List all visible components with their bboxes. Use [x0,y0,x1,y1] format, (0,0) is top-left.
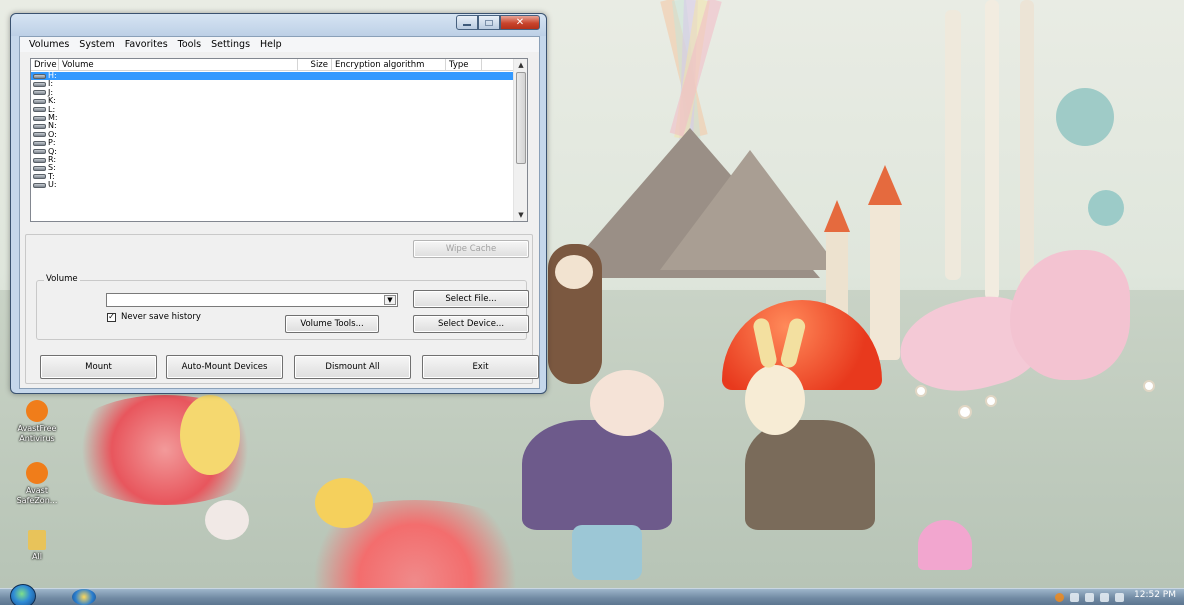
drive-row[interactable]: S: [31,163,514,172]
system-tray [1055,591,1124,604]
network-icon[interactable] [1085,593,1094,602]
drive-row[interactable]: K: [31,96,514,105]
drive-icon [33,149,46,155]
mount-button[interactable]: Mount [40,355,157,379]
minimize-button[interactable] [456,15,478,30]
exit-button[interactable]: Exit [422,355,539,379]
desktop-icon-label: AvastFree Antivirus [17,424,57,443]
select-device-button[interactable]: Select Device... [413,315,529,333]
column-header-volume[interactable]: Volume [59,59,298,70]
desktop-icon-avast-safezone[interactable]: Avast SafeZon... [8,462,66,506]
vertical-scrollbar[interactable]: ▲ ▼ [513,59,527,221]
drive-row[interactable]: P: [31,138,514,147]
drive-icon [33,182,46,188]
action-center-icon[interactable] [1070,593,1079,602]
menu-bar: Volumes System Favorites Tools Settings … [20,37,539,52]
menu-system[interactable]: System [74,39,119,50]
maximize-icon [485,19,493,26]
desktop-icon-all[interactable]: All [8,530,66,562]
never-save-history-label: Never save history [121,312,201,322]
folder-icon [28,530,46,550]
minimize-icon [463,24,471,26]
drive-rows: H: I: J: K: L: M: N: O: P: Q: R: S: T: U: [31,71,514,190]
app-window: ✕ Volumes System Favorites Tools Setting… [10,13,547,394]
scroll-up-icon[interactable]: ▲ [514,59,528,71]
never-save-history-checkbox[interactable]: ✓ Never save history [107,312,201,322]
column-header-type[interactable]: Type [446,59,482,70]
drive-icon [33,82,46,88]
checkbox-checked-icon[interactable]: ✓ [107,312,116,322]
drive-icon [33,132,46,138]
drive-row[interactable]: L: [31,105,514,114]
drive-icon [33,73,46,79]
drive-icon [33,107,46,113]
drive-icon [33,140,46,146]
volume-path-combo[interactable]: ▼ [106,293,398,307]
volume-icon[interactable] [1100,593,1109,602]
avast-tray-icon[interactable] [1055,593,1064,602]
avast-icon [26,400,48,422]
desktop-icon-avast[interactable]: AvastFree Antivirus [8,400,66,444]
drive-row[interactable]: M: [31,113,514,122]
desktop-icon-label: All [32,552,42,561]
drive-row[interactable]: I: [31,79,514,88]
auto-mount-devices-button[interactable]: Auto-Mount Devices [166,355,283,379]
column-header-encryption-algorithm[interactable]: Encryption algorithm [332,59,446,70]
column-header-drive[interactable]: Drive [31,59,59,70]
flag-icon[interactable] [1115,593,1124,602]
drive-row[interactable]: J: [31,88,514,97]
volume-tools-button[interactable]: Volume Tools... [285,315,379,333]
drive-icon [33,174,46,180]
drive-row[interactable]: H: [31,71,514,81]
scroll-thumb[interactable] [516,72,526,164]
drive-icon [33,124,46,130]
volume-group-label: Volume [44,274,80,284]
drive-icon [33,90,46,96]
menu-help[interactable]: Help [255,39,287,50]
drive-icon [33,165,46,171]
drive-icon [33,157,46,163]
taskbar: 12:52 PM [0,584,1184,605]
drive-row[interactable]: T: [31,172,514,181]
drive-icon [33,98,46,104]
list-header: Drive Volume Size Encryption algorithm T… [31,59,514,71]
drive-row[interactable]: R: [31,155,514,164]
drive-row[interactable]: N: [31,121,514,130]
drive-list[interactable]: Drive Volume Size Encryption algorithm T… [30,58,528,222]
drive-row[interactable]: O: [31,130,514,139]
clock[interactable]: 12:52 PM [1134,590,1176,600]
dismount-all-button[interactable]: Dismount All [294,355,411,379]
desktop-icon-label: Avast SafeZon... [16,486,58,505]
menu-volumes[interactable]: Volumes [24,39,74,50]
internet-explorer-icon[interactable] [72,589,96,605]
start-button[interactable] [10,584,36,605]
drive-letter: U: [48,180,57,190]
wipe-cache-button[interactable]: Wipe Cache [413,240,529,258]
menu-tools[interactable]: Tools [173,39,206,50]
caption-buttons: ✕ [456,15,540,30]
window-client: Volumes System Favorites Tools Settings … [19,36,540,389]
title-bar[interactable]: ✕ [11,14,546,36]
close-icon: ✕ [515,17,525,28]
menu-settings[interactable]: Settings [206,39,255,50]
drive-row[interactable]: Q: [31,147,514,156]
drive-row[interactable]: U: [31,180,514,190]
chevron-down-icon[interactable]: ▼ [384,295,396,305]
scroll-down-icon[interactable]: ▼ [514,209,528,221]
menu-favorites[interactable]: Favorites [120,39,173,50]
avast-safezone-icon [26,462,48,484]
select-file-button[interactable]: Select File... [413,290,529,308]
column-header-size[interactable]: Size [298,59,332,70]
close-button[interactable]: ✕ [500,15,540,30]
drive-icon [33,115,46,121]
maximize-button[interactable] [478,15,500,30]
